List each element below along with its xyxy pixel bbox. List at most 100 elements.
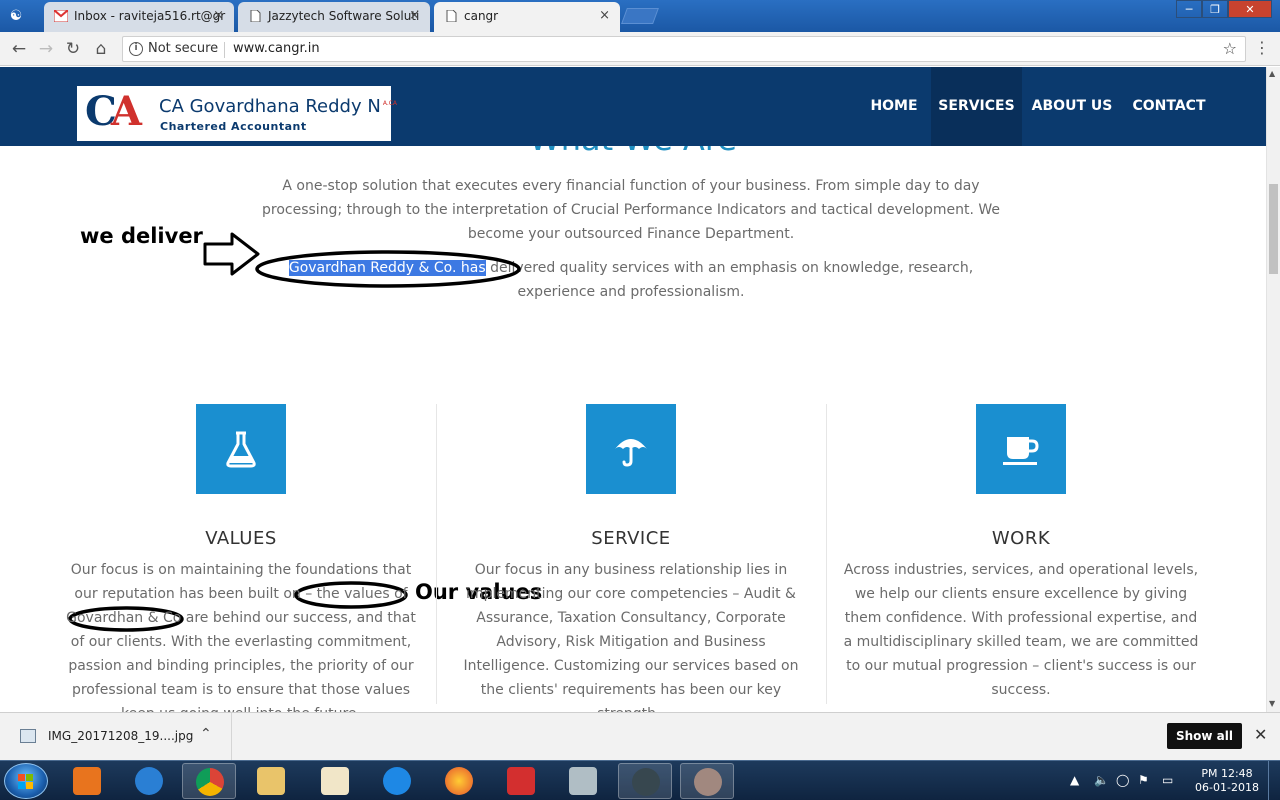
download-filename[interactable]: IMG_20171208_19....jpg <box>48 729 193 743</box>
tally-icon <box>321 767 349 795</box>
taskbar-ie[interactable] <box>370 763 424 799</box>
back-arrow-icon[interactable]: ← <box>8 38 30 60</box>
ccleaner-tray-icon[interactable]: ◯ <box>1116 773 1129 787</box>
taskbar-explorer[interactable] <box>244 763 298 799</box>
home-icon[interactable]: ⌂ <box>90 38 112 60</box>
taskbar-tally[interactable] <box>308 763 362 799</box>
feature-title: VALUES <box>205 528 277 549</box>
feature-icon-box <box>976 404 1066 494</box>
incognito-icon: ☯ <box>9 8 23 24</box>
close-window-button[interactable]: ✕ <box>1228 0 1272 18</box>
volume-icon[interactable]: 🔈 <box>1094 773 1109 787</box>
clock-date: 06-01-2018 <box>1195 781 1259 794</box>
annotation-arrow-icon <box>203 232 260 276</box>
taskbar-acrobat[interactable] <box>494 763 548 799</box>
internet-explorer-icon <box>383 767 411 795</box>
network-icon[interactable]: ▭ <box>1162 773 1173 787</box>
tab-close-icon[interactable]: × <box>599 2 610 30</box>
maximize-button[interactable]: ❐ <box>1202 0 1228 18</box>
gmail-icon <box>54 10 68 22</box>
image-file-icon <box>20 729 36 743</box>
page-scrollbar[interactable]: ▲ ▼ <box>1266 67 1280 712</box>
windows-logo-icon <box>18 774 34 790</box>
app-icon <box>632 768 660 796</box>
flask-icon <box>226 431 256 468</box>
feature-body: Our focus is on maintaining the foundati… <box>66 562 416 712</box>
tab-jazzytech[interactable]: Jazzytech Software Soluti × <box>238 2 430 32</box>
taskbar-ccleaner[interactable] <box>122 763 176 799</box>
calculator-icon <box>569 767 597 795</box>
tab-close-icon[interactable]: × <box>409 2 420 30</box>
forward-arrow-icon[interactable]: → <box>35 38 57 60</box>
chrome-icon <box>196 768 224 796</box>
page-icon <box>250 10 261 22</box>
show-desktop-button[interactable] <box>1268 761 1280 800</box>
page-icon <box>446 10 457 22</box>
minimize-button[interactable]: ─ <box>1176 0 1202 18</box>
menu-icon[interactable]: ⋮ <box>1254 38 1270 57</box>
address-bar[interactable]: i Not secure www.cangr.in ☆ <box>122 36 1246 62</box>
site-header: CA CA Govardhana Reddy N A.CA Chartered A… <box>0 67 1266 146</box>
taskbar-calculator[interactable] <box>556 763 610 799</box>
feature-service: SERVICE Our focus in any business relati… <box>436 404 826 712</box>
scrollbar-thumb[interactable] <box>1269 184 1278 274</box>
taskbar-clock[interactable]: PM 12:48 06-01-2018 <box>1194 767 1260 795</box>
download-shelf: IMG_20171208_19....jpg ⌃ Show all ✕ <box>0 712 1280 761</box>
info-icon[interactable]: i <box>129 42 143 56</box>
scroll-down-icon[interactable]: ▼ <box>1269 699 1275 708</box>
download-item[interactable]: IMG_20171208_19....jpg ⌃ <box>0 713 232 761</box>
flag-icon[interactable]: ⚑ <box>1138 773 1149 787</box>
nav-about-us[interactable]: ABOUT US <box>1027 67 1117 146</box>
browser-tab-strip: ☯ Inbox - raviteja516.rt@gr × Jazzytech … <box>0 0 1280 32</box>
feature-values: VALUES Our focus is on maintaining the f… <box>46 404 436 712</box>
site-logo[interactable]: CA CA Govardhana Reddy N A.CA Chartered A… <box>77 86 397 141</box>
feature-title: SERVICE <box>591 528 671 549</box>
nav-home[interactable]: HOME <box>862 67 926 146</box>
taskbar-media-player[interactable] <box>60 763 114 799</box>
tray-expand-icon[interactable]: ▲ <box>1070 773 1079 787</box>
deliver-paragraph: Govardhan Reddy & Co. has delivered qual… <box>288 260 974 300</box>
logo-mark: CA <box>85 88 142 135</box>
taskbar-app-2[interactable] <box>680 763 734 799</box>
feature-body: Our focus in any business relationship l… <box>463 562 799 712</box>
section-title: What We Are <box>0 146 1266 158</box>
url-text[interactable]: www.cangr.in <box>233 41 320 56</box>
firefox-icon <box>445 767 473 795</box>
new-tab-button[interactable] <box>621 8 659 24</box>
tab-title: cangr <box>464 9 499 23</box>
close-icon[interactable]: ✕ <box>1254 725 1267 744</box>
logo-tagline: Chartered Accountant <box>160 120 307 133</box>
scroll-up-icon[interactable]: ▲ <box>1269 69 1275 78</box>
tab-title: Inbox - raviteja516.rt@gr <box>74 9 226 23</box>
tab-inbox[interactable]: Inbox - raviteja516.rt@gr × <box>44 2 234 32</box>
reload-icon[interactable]: ↻ <box>62 38 84 60</box>
clock-time: PM 12:48 <box>1201 767 1253 780</box>
feature-title: WORK <box>991 528 1051 549</box>
tab-close-icon[interactable]: × <box>213 2 224 30</box>
nav-services[interactable]: SERVICES <box>931 67 1022 146</box>
bookmark-star-icon[interactable]: ☆ <box>1223 39 1237 58</box>
omnibox-divider <box>224 42 225 58</box>
taskbar-firefox[interactable] <box>432 763 486 799</box>
umbrella-icon <box>615 439 647 467</box>
feature-icon-box <box>196 404 286 494</box>
show-all-button[interactable]: Show all <box>1167 723 1242 749</box>
browser-toolbar: ← → ↻ ⌂ i Not secure www.cangr.in ☆ ⋮ <box>0 32 1280 66</box>
windows-taskbar: ▲ 🔈 ◯ ⚑ ▭ PM 12:48 06-01-2018 <box>0 760 1280 800</box>
annotation-we-deliver: we deliver <box>80 224 203 248</box>
tab-title: Jazzytech Software Soluti <box>268 9 420 23</box>
folder-icon <box>257 767 285 795</box>
coffee-cup-icon <box>1003 437 1039 465</box>
ccleaner-icon <box>135 767 163 795</box>
pdf-icon <box>507 767 535 795</box>
taskbar-app[interactable] <box>618 763 672 799</box>
chevron-up-icon[interactable]: ⌃ <box>200 726 212 742</box>
security-label[interactable]: Not secure <box>148 41 218 56</box>
feature-icon-box <box>586 404 676 494</box>
start-button[interactable] <box>4 763 48 799</box>
nav-contact[interactable]: CONTACT <box>1127 67 1211 146</box>
feature-body: Across industries, services, and operati… <box>843 562 1199 698</box>
page-content: What We Are A one-stop solution that exe… <box>0 146 1266 712</box>
tab-cangr[interactable]: cangr × <box>434 2 620 32</box>
taskbar-chrome[interactable] <box>182 763 236 799</box>
